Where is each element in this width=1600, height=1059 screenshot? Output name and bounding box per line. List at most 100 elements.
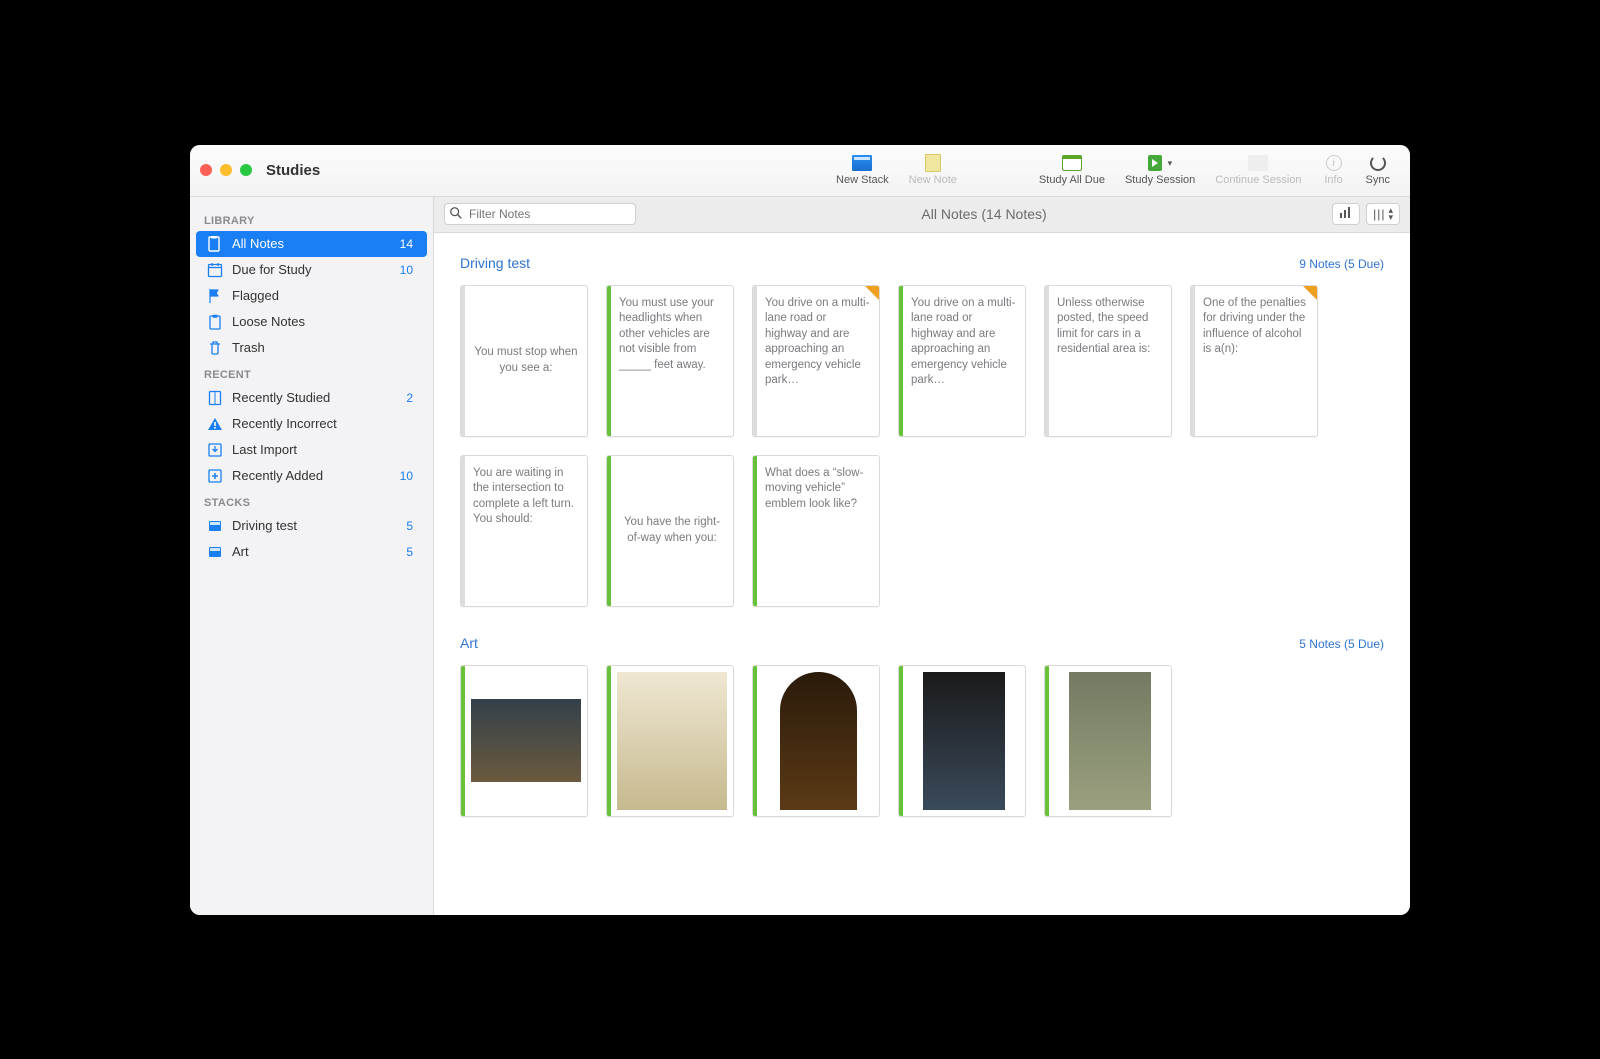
new-stack-button[interactable]: New Stack: [826, 154, 899, 186]
book-icon: [206, 389, 224, 407]
import-icon: [206, 441, 224, 459]
sidebar-item-label: Recently Incorrect: [232, 416, 337, 431]
note-text: What does a “slow-moving vehicle” emblem…: [757, 456, 879, 606]
note-text: You drive on a multi-lane road or highwa…: [757, 286, 879, 436]
sidebar-item-recently-incorrect[interactable]: Recently Incorrect: [196, 411, 427, 437]
section-count-driving[interactable]: 9 Notes (5 Due): [1299, 257, 1384, 271]
info-button[interactable]: i Info: [1312, 154, 1356, 186]
sidebar-item-loose-notes[interactable]: Loose Notes: [196, 309, 427, 335]
sidebar-header-recent: RECENT: [190, 361, 433, 385]
section-count-art[interactable]: 5 Notes (5 Due): [1299, 637, 1384, 651]
note-card[interactable]: You have the right-of-way when you:: [606, 455, 734, 607]
note-card[interactable]: You drive on a multi-lane road or highwa…: [752, 285, 880, 437]
continue-session-label: Continue Session: [1215, 174, 1301, 186]
note-card[interactable]: [1044, 665, 1172, 817]
sidebar-item-all-notes[interactable]: All Notes 14: [196, 231, 427, 257]
sidebar-item-stack-driving[interactable]: Driving test 5: [196, 513, 427, 539]
section-header-driving: Driving test 9 Notes (5 Due): [460, 255, 1384, 271]
note-card[interactable]: [898, 665, 1026, 817]
stack-icon: [852, 155, 872, 171]
sidebar-item-label: Recently Studied: [232, 390, 330, 405]
sidebar-item-stack-art[interactable]: Art 5: [196, 539, 427, 565]
stack-icon: [206, 517, 224, 535]
note-card[interactable]: [606, 665, 734, 817]
note-card[interactable]: You are waiting in the intersection to c…: [460, 455, 588, 607]
art-image: [1069, 672, 1152, 810]
new-note-button[interactable]: New Note: [899, 154, 967, 186]
art-image: [471, 699, 581, 782]
continue-session-button[interactable]: Continue Session: [1205, 154, 1311, 186]
note-card[interactable]: You must use your headlights when other …: [606, 285, 734, 437]
sidebar-item-due-for-study[interactable]: Due for Study 10: [196, 257, 427, 283]
titlebar: Studies New Stack New Note Study All Due…: [190, 145, 1410, 197]
art-image: [617, 672, 727, 810]
art-image: [780, 672, 857, 810]
updown-icon: ▴▾: [1388, 207, 1393, 221]
sidebar-item-label: Due for Study: [232, 262, 312, 277]
section-title-driving[interactable]: Driving test: [460, 255, 530, 271]
note-card[interactable]: You drive on a multi-lane road or highwa…: [898, 285, 1026, 437]
sidebar-header-stacks: STACKS: [190, 489, 433, 513]
sidebar-item-recently-added[interactable]: Recently Added 10: [196, 463, 427, 489]
minimize-window-button[interactable]: [220, 164, 232, 176]
note-text: You have the right-of-way when you:: [611, 456, 733, 606]
note-card[interactable]: What does a “slow-moving vehicle” emblem…: [752, 455, 880, 607]
stack-icon: [206, 543, 224, 561]
note-card[interactable]: One of the penalties for driving under t…: [1190, 285, 1318, 437]
sync-label: Sync: [1366, 174, 1390, 186]
sidebar-item-recently-studied[interactable]: Recently Studied 2: [196, 385, 427, 411]
sidebar-item-trash[interactable]: Trash: [196, 335, 427, 361]
app-title: Studies: [266, 162, 320, 179]
calendar-icon: [206, 261, 224, 279]
card-grid-driving: You must stop when you see a: You must u…: [460, 285, 1384, 607]
note-card[interactable]: Unless otherwise posted, the speed limit…: [1044, 285, 1172, 437]
sidebar-item-label: Last Import: [232, 442, 297, 457]
note-text: Unless otherwise posted, the speed limit…: [1049, 286, 1171, 436]
sidebar: LIBRARY All Notes 14 Due for Study 10: [190, 197, 434, 915]
flag-icon: [206, 287, 224, 305]
sidebar-item-label: Driving test: [232, 518, 297, 533]
window-controls: [200, 164, 252, 176]
content-area[interactable]: Driving test 9 Notes (5 Due) You must st…: [434, 233, 1410, 915]
study-session-button[interactable]: ▾ Study Session: [1115, 154, 1205, 186]
note-card[interactable]: You must stop when you see a:: [460, 285, 588, 437]
close-window-button[interactable]: [200, 164, 212, 176]
sidebar-item-count: 10: [400, 263, 413, 277]
new-stack-label: New Stack: [836, 174, 889, 186]
sidebar-item-count: 14: [400, 237, 413, 251]
info-label: Info: [1324, 174, 1342, 186]
note-card[interactable]: [460, 665, 588, 817]
sidebar-item-last-import[interactable]: Last Import: [196, 437, 427, 463]
play-icon: [1148, 155, 1161, 171]
trash-icon: [206, 339, 224, 357]
sidebar-header-library: LIBRARY: [190, 207, 433, 231]
continue-icon: [1248, 155, 1268, 171]
study-session-label: Study Session: [1125, 174, 1195, 186]
sidebar-item-label: Trash: [232, 340, 265, 355]
sidebar-item-label: Flagged: [232, 288, 279, 303]
sidebar-item-flagged[interactable]: Flagged: [196, 283, 427, 309]
app-window: Studies New Stack New Note Study All Due…: [190, 145, 1410, 915]
new-note-label: New Note: [909, 174, 957, 186]
note-text: You must stop when you see a:: [465, 286, 587, 436]
sidebar-item-label: Loose Notes: [232, 314, 305, 329]
filter-input[interactable]: [444, 203, 636, 225]
note-icon: [925, 154, 941, 172]
sync-button[interactable]: Sync: [1356, 154, 1400, 186]
filter-search: [444, 203, 636, 225]
note-card[interactable]: [752, 665, 880, 817]
note-text: You must use your headlights when other …: [611, 286, 733, 436]
warning-icon: [206, 415, 224, 433]
note-text: You are waiting in the intersection to c…: [465, 456, 587, 606]
sidebar-item-label: Recently Added: [232, 468, 323, 483]
view-mode-button[interactable]: ||| ▴▾: [1366, 203, 1400, 225]
columns-icon: |||: [1373, 207, 1385, 221]
subtoolbar: All Notes (14 Notes) ||| ▴▾: [434, 197, 1410, 233]
sidebar-item-label: All Notes: [232, 236, 284, 251]
chevron-down-icon: ▾: [1168, 158, 1173, 169]
zoom-window-button[interactable]: [240, 164, 252, 176]
study-all-due-button[interactable]: Study All Due: [1029, 154, 1115, 186]
stats-button[interactable]: [1332, 203, 1360, 225]
sync-icon: [1370, 155, 1386, 171]
section-title-art[interactable]: Art: [460, 635, 478, 651]
